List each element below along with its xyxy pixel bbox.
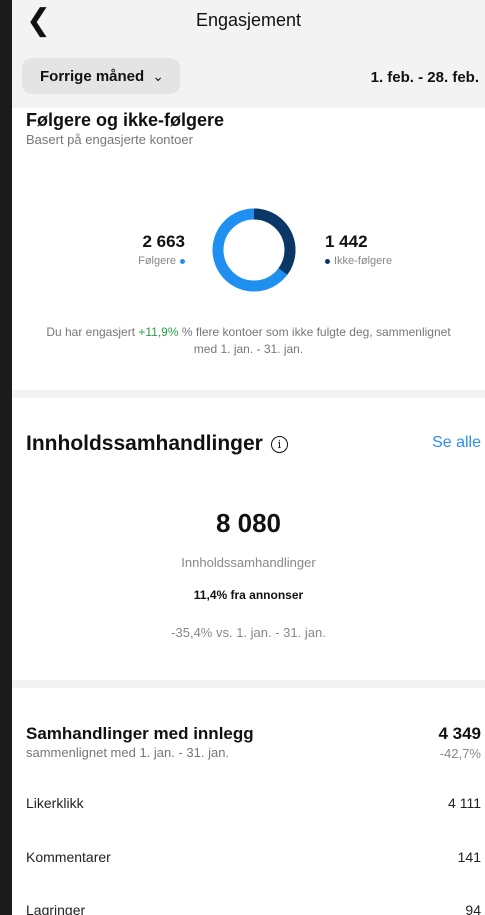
non-followers-legend-dot xyxy=(325,258,330,264)
note-prefix: Du har engasjert xyxy=(46,325,139,339)
metric-label: Lagringer xyxy=(26,902,86,915)
metric-value: 94 xyxy=(465,902,481,915)
content-section-title-text: Innholdssamhandlinger xyxy=(26,432,263,455)
content-comparison: -35,4% vs. 1. jan. - 31. jan. xyxy=(171,625,326,640)
ads-share: 11,4% fra annonser xyxy=(193,588,304,602)
non-followers-stat: 1 442 Ikke-følgere xyxy=(325,232,392,267)
period-dropdown-label: Forrige måned xyxy=(40,67,145,85)
metric-value: 4 111 xyxy=(448,795,481,811)
followers-donut-chart xyxy=(212,208,296,292)
engagement-screen: ❮ Engasjement Forrige måned ⌄ 1. feb. - … xyxy=(12,0,485,915)
date-range: 1. feb. - 28. feb. xyxy=(370,69,479,86)
metric-row-saves: Lagringer 94 xyxy=(26,902,481,915)
followers-section-title: Følgere og ikke-følgere xyxy=(26,110,225,130)
page-title: Engasjement xyxy=(195,10,302,30)
metric-row-likes: Likerklikk 4 111 xyxy=(26,795,481,815)
followers-stat: 2 663 Følgere xyxy=(138,232,185,267)
content-interactions-card: Innholdssamhandlinger i Se alle 8 080 In… xyxy=(12,398,485,680)
metric-label: Kommentarer xyxy=(26,849,111,865)
posts-section-subtitle: sammenlignet med 1. jan. - 31. jan. xyxy=(26,745,230,760)
posts-total: 4 349 xyxy=(438,724,481,743)
info-icon[interactable]: i xyxy=(270,435,288,453)
followers-count: 2 663 xyxy=(142,232,185,251)
engagement-note: Du har engasjert +11,9% % flere kontoer … xyxy=(34,324,463,358)
chevron-down-icon: ⌄ xyxy=(152,67,164,84)
non-followers-label: Ikke-følgere xyxy=(334,255,393,267)
post-interactions-card: Samhandlinger med innlegg sammenlignet m… xyxy=(12,688,485,915)
top-bar: ❮ Engasjement xyxy=(12,0,485,44)
content-section-title: Innholdssamhandlinger i xyxy=(26,432,288,456)
non-followers-count: 1 442 xyxy=(325,232,368,251)
followers-card: Følgere og ikke-følgere Basert på engasj… xyxy=(12,108,485,390)
note-highlight: +11,9% xyxy=(138,325,179,339)
posts-section-title: Samhandlinger med innlegg xyxy=(26,724,254,743)
followers-section-subtitle: Basert på engasjerte kontoer xyxy=(26,132,193,147)
period-dropdown[interactable]: Forrige måned ⌄ xyxy=(22,58,180,94)
posts-change: -42,7% xyxy=(439,746,481,761)
metric-label: Likerklikk xyxy=(26,795,84,811)
metric-row-comments: Kommentarer 141 xyxy=(26,849,481,869)
see-all-link[interactable]: Se alle xyxy=(432,434,481,452)
content-interactions-label: Innholdssamhandlinger xyxy=(181,555,316,570)
content-interactions-total: 8 080 xyxy=(215,508,282,538)
followers-legend-dot xyxy=(180,258,185,264)
metric-value: 141 xyxy=(457,849,481,865)
note-suffix: % flere kontoer som ikke fulgte deg, sam… xyxy=(178,325,451,356)
followers-label: Følgere xyxy=(138,255,176,267)
